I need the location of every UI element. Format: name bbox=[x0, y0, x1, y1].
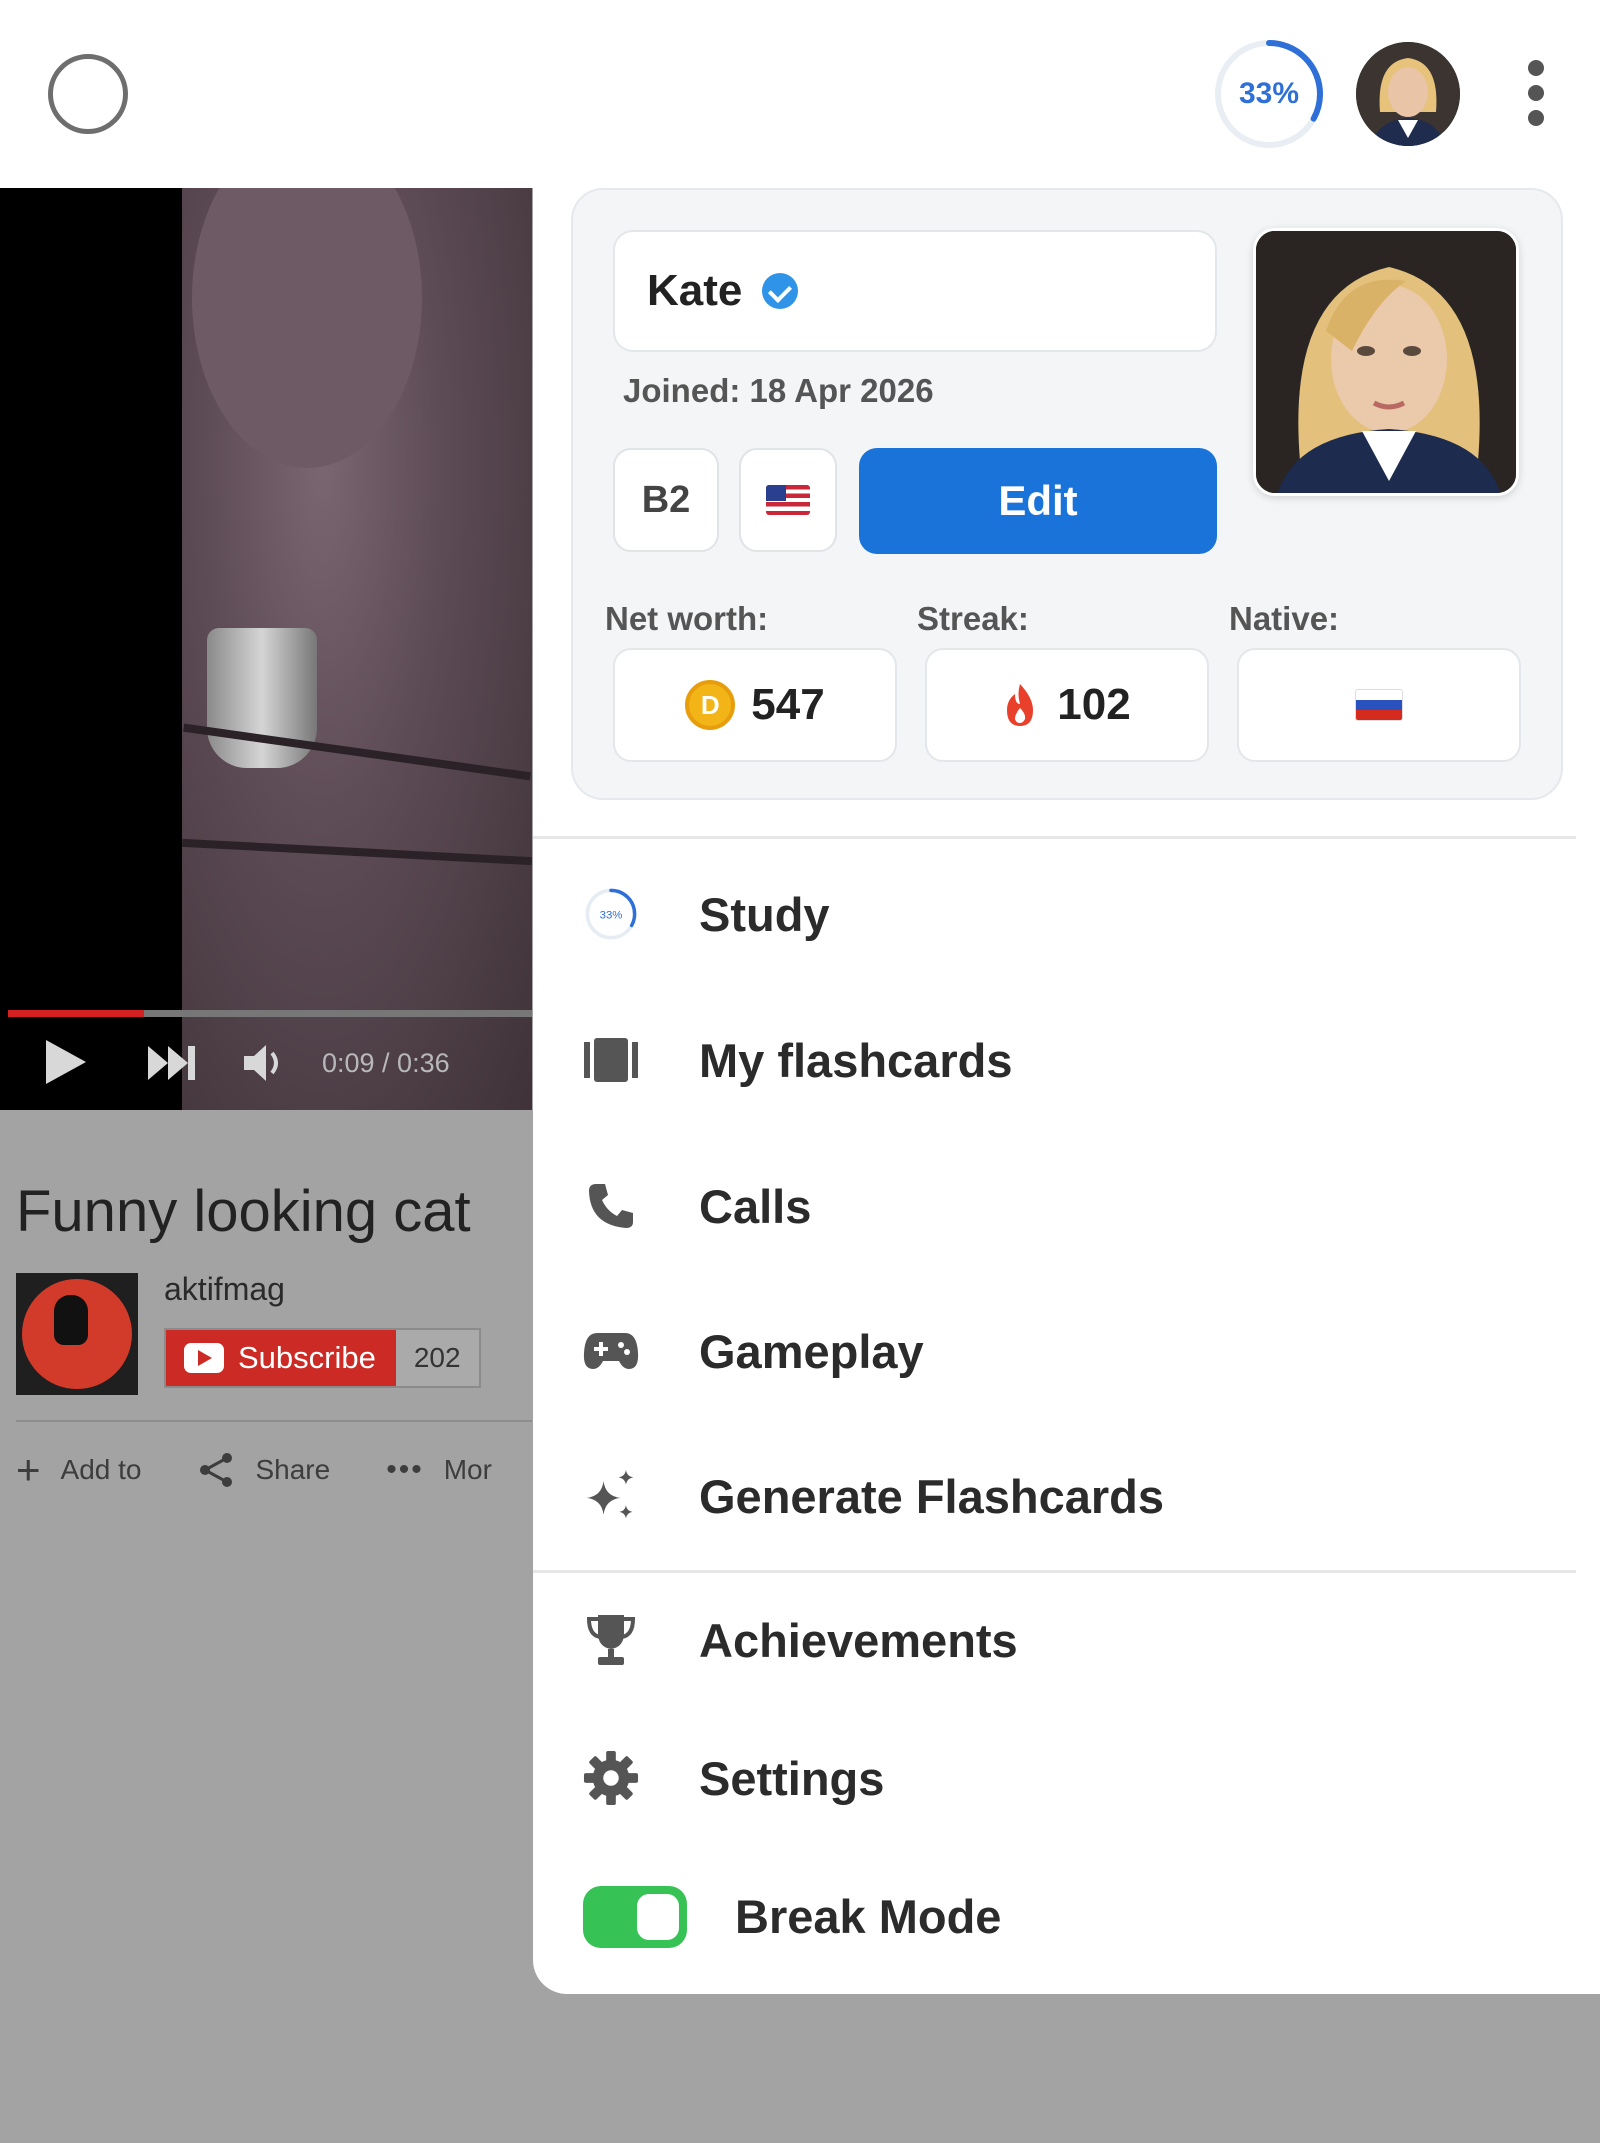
video-progress-fill bbox=[8, 1010, 145, 1017]
streak-box: 102 bbox=[925, 648, 1209, 762]
net-worth-box: D 547 bbox=[613, 648, 897, 762]
avatar[interactable] bbox=[1356, 42, 1460, 146]
sparkle-icon bbox=[583, 1468, 639, 1524]
net-worth-label: Net worth: bbox=[605, 600, 769, 637]
more-menu-icon[interactable] bbox=[1516, 60, 1556, 130]
flashcards-icon bbox=[583, 1032, 639, 1088]
coin-icon: D bbox=[685, 680, 736, 730]
subscriber-count: 202 bbox=[395, 1330, 479, 1386]
fire-icon bbox=[1007, 684, 1034, 726]
profile-photo-image bbox=[1256, 231, 1516, 493]
native-label: Native: bbox=[1229, 600, 1340, 637]
break-mode-label: Break Mode bbox=[735, 1890, 1002, 1943]
edit-profile-button[interactable]: Edit bbox=[859, 448, 1217, 554]
settings-label: Settings bbox=[699, 1751, 885, 1805]
menu-divider bbox=[533, 1570, 1576, 1573]
add-to-button[interactable]: + Add to bbox=[16, 1446, 141, 1494]
subscribe-label: Subscribe bbox=[238, 1340, 376, 1375]
menu-item-my-flashcards[interactable]: My flashcards bbox=[533, 1000, 1600, 1120]
us-flag-icon bbox=[766, 485, 810, 515]
name-box: Kate bbox=[613, 230, 1217, 352]
trophy-icon bbox=[583, 1612, 639, 1668]
progress-percent: 33% bbox=[1238, 77, 1300, 110]
streak-value: 102 bbox=[1057, 680, 1131, 729]
volume-icon[interactable] bbox=[240, 1040, 288, 1086]
menu-item-gameplay[interactable]: Gameplay bbox=[533, 1291, 1600, 1411]
video-title: Funny looking cat bbox=[16, 1179, 471, 1244]
profile-photo[interactable] bbox=[1253, 228, 1519, 496]
study-label: Study bbox=[699, 887, 830, 941]
avatar-image bbox=[1356, 42, 1460, 146]
channel-name[interactable]: aktifmag bbox=[164, 1271, 285, 1308]
share-label: Share bbox=[255, 1454, 331, 1485]
more-dots-icon: ••• bbox=[386, 1453, 424, 1486]
video-time: 0:09 / 0:36 bbox=[322, 1048, 450, 1078]
more-label: Mor bbox=[443, 1454, 492, 1485]
plus-icon: + bbox=[16, 1446, 41, 1493]
circle-button[interactable] bbox=[48, 54, 128, 134]
daily-progress-ring[interactable]: 33% bbox=[1212, 37, 1326, 151]
my-flashcards-label: My flashcards bbox=[699, 1033, 1013, 1087]
progress-ring-icon: 33% bbox=[583, 886, 639, 942]
break-mode-toggle[interactable] bbox=[583, 1886, 687, 1948]
video-actions: + Add to Share ••• Mor bbox=[16, 1446, 548, 1494]
video-frame bbox=[182, 188, 532, 1110]
calls-label: Calls bbox=[699, 1179, 812, 1233]
profile-name: Kate bbox=[647, 266, 743, 315]
profile-menu-panel: Kate Joined: 18 Apr 2026 B2 Edit Net wor… bbox=[533, 188, 1600, 1994]
coin-letter: D bbox=[700, 689, 720, 720]
top-bar: 33% bbox=[0, 0, 1600, 188]
play-icon[interactable] bbox=[46, 1040, 86, 1084]
learning-language-chip[interactable] bbox=[739, 448, 837, 552]
subscribe-button[interactable]: Subscribe 202 bbox=[164, 1328, 481, 1388]
phone-icon bbox=[583, 1178, 639, 1234]
joined-date: Joined: 18 Apr 2026 bbox=[623, 372, 934, 409]
study-ring-text: 33% bbox=[600, 909, 623, 921]
menu-item-settings[interactable]: Settings bbox=[533, 1718, 1600, 1838]
gameplay-label: Gameplay bbox=[699, 1324, 924, 1378]
achievements-label: Achievements bbox=[699, 1613, 1018, 1667]
menu-item-achievements[interactable]: Achievements bbox=[533, 1580, 1600, 1700]
menu-divider bbox=[533, 836, 1576, 839]
more-button[interactable]: ••• Mor bbox=[386, 1453, 492, 1487]
next-icon[interactable] bbox=[146, 1042, 198, 1084]
native-language-box bbox=[1237, 648, 1521, 762]
net-worth-value: 547 bbox=[751, 680, 825, 729]
streak-label: Streak: bbox=[917, 600, 1029, 637]
divider bbox=[16, 1420, 532, 1422]
gear-icon bbox=[583, 1750, 639, 1806]
menu-item-calls[interactable]: Calls bbox=[533, 1146, 1600, 1266]
share-icon bbox=[200, 1453, 233, 1487]
level-badge[interactable]: B2 bbox=[613, 448, 719, 552]
menu-item-generate-flashcards[interactable]: Generate Flashcards bbox=[533, 1436, 1600, 1556]
video-player[interactable]: 0:09 / 0:36 bbox=[0, 188, 532, 1110]
profile-card: Kate Joined: 18 Apr 2026 B2 Edit Net wor… bbox=[571, 188, 1563, 800]
toggle-knob bbox=[637, 1894, 679, 1940]
verified-icon bbox=[762, 273, 799, 309]
video-progress-bar[interactable] bbox=[8, 1010, 532, 1017]
menu-item-study[interactable]: 33% Study bbox=[533, 854, 1600, 974]
share-button[interactable]: Share bbox=[197, 1450, 330, 1490]
youtube-icon bbox=[184, 1343, 224, 1373]
generate-flashcards-label: Generate Flashcards bbox=[699, 1469, 1164, 1523]
add-to-label: Add to bbox=[60, 1454, 142, 1485]
channel-logo[interactable] bbox=[16, 1273, 138, 1395]
gamepad-icon bbox=[583, 1323, 639, 1379]
ru-flag-icon bbox=[1355, 689, 1403, 721]
